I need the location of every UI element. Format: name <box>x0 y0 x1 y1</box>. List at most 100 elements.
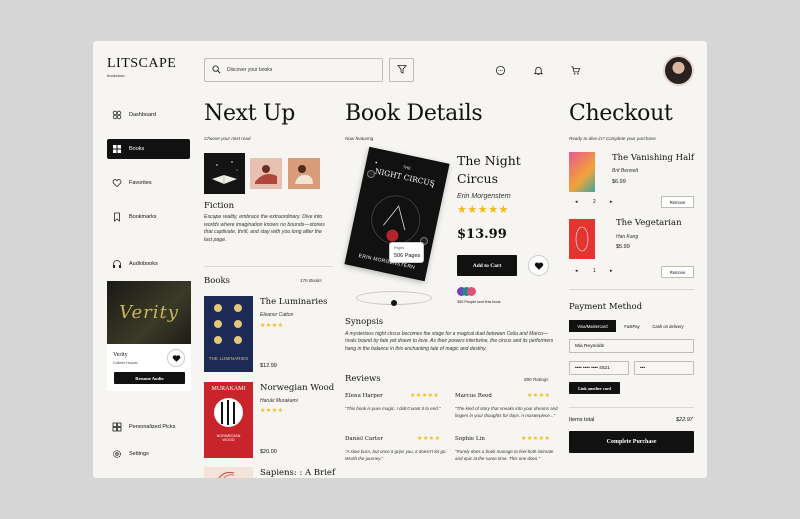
checkout-subtitle: Ready to dive in? Complete your purchase <box>569 136 656 141</box>
review-author: Sophie Lin <box>455 436 485 442</box>
audiobook-favorite-button[interactable] <box>167 349 185 367</box>
featured-book-rating: ★★★★★ <box>457 204 509 216</box>
synopsis-heading: Synopsis <box>345 317 384 327</box>
card-cvv-field[interactable]: ••• <box>634 361 694 375</box>
brand-logo: LITSCAPE <box>107 56 177 71</box>
favorite-button[interactable] <box>528 255 549 276</box>
payment-method-heading: Payment Method <box>569 302 643 312</box>
sidebar-item-label: Bookmarks <box>129 214 157 220</box>
card-number-field[interactable]: •••• •••• •••• 4521 <box>569 361 629 375</box>
cart-item-title: The Vegetarian <box>616 218 682 228</box>
sidebar-item-dashboard[interactable]: Dashboard <box>107 105 190 125</box>
book-rating-luminaries: ★★★★ <box>260 323 284 329</box>
sidebar-item-favorites[interactable]: Favorites <box>107 173 190 193</box>
qty-increase-button[interactable]: ▸ <box>610 199 613 205</box>
review-rating: ★★★★★ <box>521 436 551 442</box>
pages-tooltip: Pages 506 Pages <box>389 242 424 263</box>
add-to-cart-button[interactable]: Add to Cart <box>457 255 517 276</box>
sidebar-item-audiobooks[interactable]: Audiobooks <box>107 254 190 274</box>
reviews-count: 890 Ratings <box>524 377 549 382</box>
book-details-heading: Book Details <box>345 101 483 126</box>
filter-button[interactable] <box>389 58 414 82</box>
payment-tab-card[interactable]: Visa/Mastercard <box>569 320 616 332</box>
cover-annotation-dot <box>367 170 375 178</box>
chat-icon[interactable] <box>493 63 507 77</box>
book-cover-sapiens[interactable] <box>204 467 253 478</box>
cardholder-name-field[interactable]: Mia Reynolds <box>569 339 694 353</box>
qty-increase-button[interactable]: ▸ <box>610 268 613 274</box>
books-count: 176 Books <box>300 278 322 283</box>
sidebar-item-label: Books <box>129 146 145 152</box>
review-rating: ★★★★ <box>527 393 551 399</box>
next-up-heading: Next Up <box>204 101 296 126</box>
qty-decrease-button[interactable]: ◂ <box>575 268 578 274</box>
cart-item-author: Brit Bennett <box>612 168 639 174</box>
book-author-norwegian-wood: Haruki Murakami <box>260 398 298 404</box>
qty-decrease-button[interactable]: ◂ <box>575 199 578 205</box>
brand-tagline: bookstore. <box>107 73 126 78</box>
audiobook-cover: Verity <box>107 281 191 344</box>
cart-item-author: Han Kang <box>616 234 639 240</box>
bell-icon[interactable] <box>531 63 545 77</box>
divider <box>569 407 694 408</box>
cart-item-qty: 2 <box>593 199 596 205</box>
genre-fiction-thumb[interactable] <box>204 153 245 194</box>
book-title-luminaries[interactable]: The Luminaries <box>260 297 328 307</box>
sidebar-item-settings[interactable]: Settings <box>107 444 190 464</box>
payment-tab-cash[interactable]: Cash on delivery <box>648 320 688 332</box>
genre-thumb-3[interactable] <box>288 158 320 189</box>
payment-tab-fastpay[interactable]: FastPay <box>619 320 645 332</box>
genre-thumb-2[interactable] <box>250 158 282 189</box>
resume-audio-button[interactable]: Resume Audio <box>114 372 185 384</box>
cart-item-qty: 1 <box>593 268 596 274</box>
featured-book-title-line2: Circus <box>457 171 499 186</box>
book-price-norwegian-wood: $20.00 <box>260 449 277 455</box>
genre-description: Escape reality, embrace the extraordinar… <box>204 214 325 243</box>
review-author: Marcus Reed <box>455 393 492 399</box>
sidebar-item-personalized-picks[interactable]: Personalized Picks <box>107 417 190 437</box>
next-up-subtitle: Choose your next read <box>204 136 251 141</box>
books-icon <box>113 145 121 153</box>
cart-item-title: The Vanishing Half <box>612 153 695 163</box>
reader-avatars <box>457 287 477 296</box>
books-heading: Books <box>204 276 230 286</box>
sidebar-item-books[interactable]: Books <box>107 139 190 159</box>
book-details-subtitle: Now featuring <box>345 136 374 141</box>
sidebar-item-bookmarks[interactable]: Bookmarks <box>107 207 190 227</box>
review-author: Elena Harper <box>345 393 383 399</box>
book-cover-luminaries[interactable]: THE LUMINARIES <box>204 296 253 372</box>
dashboard-icon <box>112 110 122 120</box>
book-price-luminaries: $12.99 <box>260 363 277 369</box>
reviews-heading: Reviews <box>345 374 381 384</box>
remove-button[interactable]: Remove <box>661 196 694 208</box>
filter-icon <box>396 61 407 79</box>
synopsis-text: A mysterious night circus becomes the st… <box>345 331 554 352</box>
sidebar-item-label: Personalized Picks <box>129 424 176 430</box>
divider <box>204 266 333 267</box>
review-text: "Rarely does a book manage to feel both … <box>455 449 554 461</box>
headphones-icon <box>113 260 121 268</box>
bookmark-icon <box>114 212 120 222</box>
book-title-norwegian-wood[interactable]: Norwegian Wood <box>260 383 334 393</box>
search-input[interactable]: Discover your books <box>227 67 272 73</box>
heart-icon <box>172 354 180 362</box>
cart-icon[interactable] <box>568 63 582 77</box>
link-another-card-button[interactable]: Link another card <box>569 382 620 394</box>
review-text: "The kind of story that sneaks into your… <box>455 406 558 418</box>
gear-icon <box>113 450 121 458</box>
cart-item-price: $6.99 <box>612 179 626 185</box>
review-text: "A slow burn, but once it grips you, it … <box>345 449 447 461</box>
search-bar[interactable]: Discover your books <box>204 58 383 82</box>
complete-purchase-button[interactable]: Complete Purchase <box>569 431 694 453</box>
sidebar-item-label: Dashboard <box>129 112 156 118</box>
review-text: "This book is pure magic. I didn't want … <box>345 406 441 411</box>
remove-button[interactable]: Remove <box>661 266 694 278</box>
user-avatar[interactable] <box>663 55 694 86</box>
heart-icon <box>534 261 543 270</box>
book-title-sapiens[interactable]: Sapiens: : A Brief <box>260 468 335 478</box>
pedestal-dot <box>391 300 397 306</box>
checkout-heading: Checkout <box>569 101 673 126</box>
review-rating: ★★★★ <box>417 436 441 442</box>
book-cover-norwegian-wood[interactable]: MURAKAMI NORWEGIAN WOOD <box>204 382 253 458</box>
heart-icon <box>112 179 122 188</box>
